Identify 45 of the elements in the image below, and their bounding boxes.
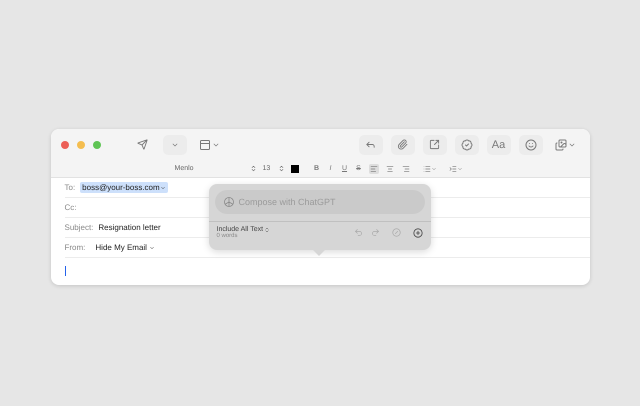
align-button[interactable]	[368, 164, 378, 174]
align-center-icon	[386, 164, 394, 172]
align-left-icon	[370, 164, 378, 172]
smiley-icon	[524, 138, 536, 150]
align-right-icon	[402, 164, 410, 172]
emoji-button[interactable]	[518, 134, 542, 154]
paperclip-icon	[397, 139, 408, 150]
list-icon	[422, 164, 430, 172]
text-cursor	[64, 266, 66, 276]
square-arrow-icon	[429, 139, 440, 150]
close-button[interactable]	[60, 140, 68, 148]
field-value[interactable]: Resignation letter	[98, 223, 161, 232]
color-swatch[interactable]	[290, 164, 298, 172]
indent-button[interactable]	[448, 164, 462, 172]
recipient-token[interactable]: boss@your-boss.com	[80, 182, 168, 193]
up-down-icon	[278, 165, 284, 172]
chevron-down-icon	[160, 184, 166, 190]
indent-icon	[448, 164, 456, 172]
slashed-circle-icon	[392, 228, 400, 237]
align-button[interactable]	[400, 164, 410, 174]
up-down-icon	[250, 165, 256, 172]
window-icon	[198, 138, 210, 150]
badge-button[interactable]	[454, 134, 478, 154]
from-select[interactable]: Hide My Email	[95, 243, 155, 252]
reply-button[interactable]	[358, 134, 382, 154]
paper-plane-icon	[137, 139, 148, 150]
markup-button[interactable]	[422, 134, 446, 154]
field-label: To:	[64, 183, 76, 192]
chevron-down-icon	[456, 166, 462, 172]
field-label: Subject:	[64, 223, 94, 232]
redo-icon	[370, 228, 380, 237]
field-label: Cc:	[64, 203, 76, 212]
reply-arrow-icon	[365, 139, 376, 150]
add-button[interactable]	[412, 228, 422, 238]
list-button[interactable]	[422, 164, 436, 172]
photos-icon	[554, 138, 566, 150]
chevron-down-icon	[430, 166, 436, 172]
font-button[interactable]: Aa	[486, 134, 510, 154]
badge-check-icon	[460, 138, 472, 150]
undo-icon	[354, 228, 362, 237]
attach-button[interactable]	[390, 134, 414, 154]
plus-circle-icon	[412, 228, 422, 238]
field-label: From:	[64, 243, 86, 252]
chevron-down-icon	[148, 244, 155, 250]
align-button[interactable]	[384, 164, 394, 174]
